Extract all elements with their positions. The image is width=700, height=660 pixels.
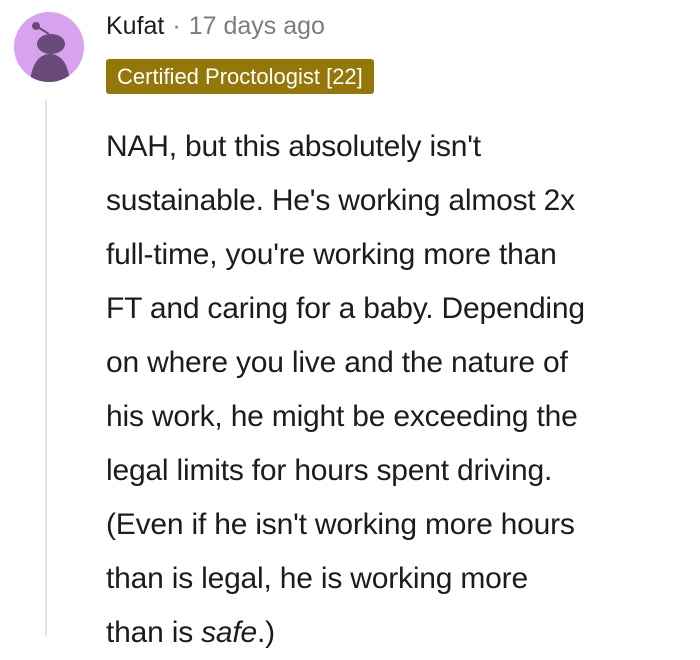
- body-text: than is: [106, 616, 202, 649]
- body-line-last: than is safe.): [106, 606, 696, 660]
- comment-text: NAH, but this absolutely isn't sustainab…: [106, 120, 696, 660]
- body-line: (Even if he isn't working more hours: [106, 508, 575, 541]
- body-line: NAH, but this absolutely isn't: [106, 130, 481, 163]
- comment: Kufat · 17 days ago Certified Proctologi…: [0, 0, 700, 649]
- snoo-avatar-icon[interactable]: [14, 12, 84, 82]
- body-text: .): [257, 616, 275, 649]
- body-line: full-time, you're working more than: [106, 238, 557, 271]
- body-line: than is legal, he is working more: [106, 562, 528, 595]
- comment-body: NAH, but this absolutely isn't sustainab…: [106, 120, 696, 660]
- body-line: FT and caring for a baby. Depending: [106, 292, 585, 325]
- comment-timestamp[interactable]: 17 days ago: [189, 12, 325, 41]
- body-line: sustainable. He's working almost 2x: [106, 184, 575, 217]
- body-line: on where you live and the nature of: [106, 346, 568, 379]
- snoo-figure: [30, 22, 70, 82]
- body-line: legal limits for hours spent driving.: [106, 454, 553, 487]
- author-name[interactable]: Kufat: [106, 12, 164, 41]
- thread-line[interactable]: [45, 100, 47, 636]
- user-flair: Certified Proctologist [22]: [106, 59, 374, 94]
- body-line: his work, he might be exceeding the: [106, 400, 578, 433]
- meta-separator: ·: [172, 11, 181, 40]
- comment-meta: Kufat · 17 days ago: [106, 9, 325, 43]
- emphasis-text: safe: [201, 616, 258, 649]
